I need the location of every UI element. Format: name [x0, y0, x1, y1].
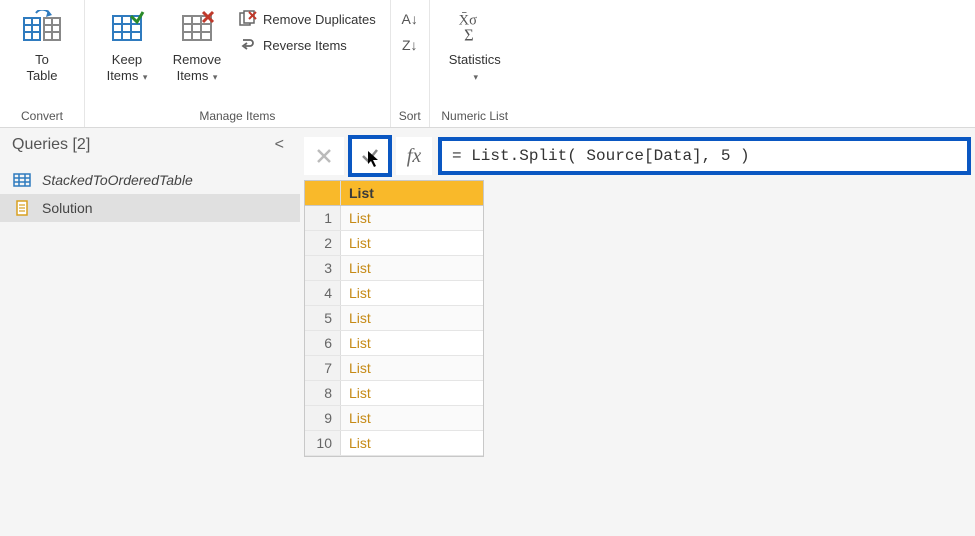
dropdown-arrow-icon: ▾: [140, 72, 147, 82]
row-number: 8: [305, 381, 341, 405]
query-item[interactable]: Solution: [0, 194, 300, 222]
row-number-header: [305, 181, 341, 205]
cursor-icon: [367, 150, 381, 168]
table-row[interactable]: 10List: [305, 431, 483, 456]
formula-cancel-button[interactable]: [304, 137, 344, 175]
ribbon-group-numeric-list: X̄σ Σ Statistics▾ Numeric List: [430, 0, 520, 127]
cell-value[interactable]: List: [341, 231, 483, 255]
ribbon-group-sort: A↓ Z↓ Sort: [391, 0, 430, 127]
remove-duplicates-icon: [239, 10, 257, 28]
remove-items-icon: [177, 8, 217, 48]
row-number: 4: [305, 281, 341, 305]
table-row[interactable]: 1List: [305, 206, 483, 231]
statistics-button[interactable]: X̄σ Σ Statistics▾: [440, 4, 510, 94]
keep-items-button[interactable]: Keep Items ▾: [95, 4, 159, 94]
cell-value[interactable]: List: [341, 356, 483, 380]
table-row[interactable]: 5List: [305, 306, 483, 331]
ribbon-group-label-manage-items: Manage Items: [199, 106, 275, 125]
query-item[interactable]: StackedToOrderedTable: [0, 166, 300, 194]
result-table: List 1List 2List 3List 4List 5List 6List…: [304, 180, 484, 457]
to-table-button[interactable]: To Table: [10, 4, 74, 94]
sort-ascending-button[interactable]: A↓: [397, 8, 423, 30]
table-row[interactable]: 2List: [305, 231, 483, 256]
ribbon: To Table Convert Keep Items ▾: [0, 0, 975, 128]
cell-value[interactable]: List: [341, 331, 483, 355]
formula-fx-button[interactable]: fx: [396, 137, 432, 175]
table-row[interactable]: 7List: [305, 356, 483, 381]
ribbon-group-label-numeric-list: Numeric List: [441, 106, 508, 125]
table-row[interactable]: 4List: [305, 281, 483, 306]
formula-bar: fx = List.Split( Source[Data], 5 ): [304, 136, 971, 176]
svg-text:Σ: Σ: [464, 26, 474, 45]
row-number: 6: [305, 331, 341, 355]
row-number: 2: [305, 231, 341, 255]
reverse-items-button[interactable]: Reverse Items: [235, 34, 380, 56]
formula-input[interactable]: = List.Split( Source[Data], 5 ): [438, 137, 971, 175]
row-number: 3: [305, 256, 341, 280]
to-table-label: To Table: [26, 52, 57, 83]
statistics-label: Statistics▾: [449, 52, 501, 83]
row-number: 7: [305, 356, 341, 380]
ribbon-group-convert: To Table Convert: [0, 0, 85, 127]
table-row[interactable]: 6List: [305, 331, 483, 356]
table-row[interactable]: 8List: [305, 381, 483, 406]
sort-ascending-icon: A↓: [401, 10, 419, 28]
table-row[interactable]: 3List: [305, 256, 483, 281]
main-pane: fx = List.Split( Source[Data], 5 ) List …: [300, 128, 975, 536]
sort-descending-icon: Z↓: [401, 36, 419, 54]
to-table-icon: [22, 8, 62, 48]
ribbon-group-label-sort: Sort: [399, 106, 421, 125]
ribbon-group-label-convert: Convert: [21, 106, 63, 125]
reverse-items-icon: [239, 36, 257, 54]
cell-value[interactable]: List: [341, 406, 483, 430]
table-query-icon: [12, 172, 32, 188]
remove-items-button[interactable]: Remove Items ▾: [165, 4, 229, 94]
row-number: 5: [305, 306, 341, 330]
statistics-icon: X̄σ Σ: [455, 8, 495, 48]
keep-items-label: Keep Items ▾: [107, 52, 148, 83]
reverse-items-label: Reverse Items: [263, 38, 347, 53]
cell-value[interactable]: List: [341, 206, 483, 230]
ribbon-group-manage-items: Keep Items ▾ Remove Items ▾: [85, 0, 391, 127]
queries-pane-header: Queries [2] <: [0, 128, 300, 166]
sort-descending-button[interactable]: Z↓: [397, 34, 423, 56]
cell-value[interactable]: List: [341, 256, 483, 280]
cell-value[interactable]: List: [341, 306, 483, 330]
cell-value[interactable]: List: [341, 431, 483, 455]
remove-duplicates-label: Remove Duplicates: [263, 12, 376, 27]
row-number: 1: [305, 206, 341, 230]
remove-items-label: Remove Items ▾: [173, 52, 221, 83]
query-item-label: Solution: [42, 200, 93, 216]
dropdown-arrow-icon: ▾: [473, 72, 478, 82]
table-header-row: List: [305, 181, 483, 206]
x-icon: [315, 147, 333, 165]
column-header[interactable]: List: [341, 181, 483, 205]
cell-value[interactable]: List: [341, 381, 483, 405]
dropdown-arrow-icon: ▾: [210, 72, 217, 82]
query-item-label: StackedToOrderedTable: [42, 172, 193, 188]
formula-input-value: = List.Split( Source[Data], 5 ): [452, 147, 750, 165]
queries-pane: Queries [2] < StackedToOrderedTable: [0, 128, 300, 536]
remove-duplicates-button[interactable]: Remove Duplicates: [235, 8, 380, 30]
formula-commit-button[interactable]: [350, 137, 390, 175]
list-query-icon: [12, 200, 32, 216]
collapse-pane-button[interactable]: <: [269, 136, 290, 154]
keep-items-icon: [107, 8, 147, 48]
queries-pane-title: Queries [2]: [12, 136, 90, 154]
cell-value[interactable]: List: [341, 281, 483, 305]
table-row[interactable]: 9List: [305, 406, 483, 431]
row-number: 9: [305, 406, 341, 430]
row-number: 10: [305, 431, 341, 455]
